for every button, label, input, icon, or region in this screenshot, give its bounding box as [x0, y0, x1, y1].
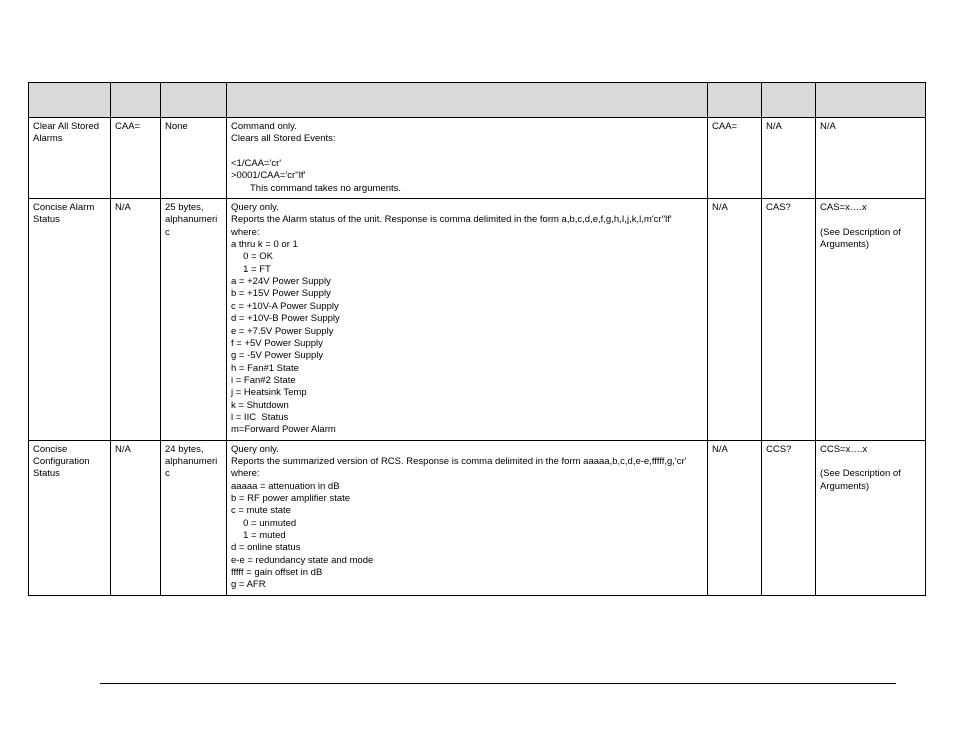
- cell-col6: N/A: [762, 118, 816, 199]
- table-header-row: [29, 83, 926, 118]
- cell-col5: N/A: [708, 199, 762, 441]
- header-cell: [29, 83, 111, 118]
- cell-col7: CAS=x….x (See Description of Arguments): [816, 199, 926, 441]
- cell-command: N/A: [111, 440, 161, 595]
- cell-parameter: Clear All Stored Alarms: [29, 118, 111, 199]
- cell-col5: N/A: [708, 440, 762, 595]
- footer-rule: [100, 683, 896, 684]
- cell-parameter: Concise Alarm Status: [29, 199, 111, 441]
- cell-command: N/A: [111, 199, 161, 441]
- header-cell: [708, 83, 762, 118]
- table-body: Clear All Stored AlarmsCAA=NoneCommand o…: [29, 118, 926, 596]
- table-row: Concise Configuration StatusN/A24 bytes,…: [29, 440, 926, 595]
- page: Clear All Stored AlarmsCAA=NoneCommand o…: [0, 0, 954, 738]
- cell-arguments: 25 bytes, alphanumeric: [161, 199, 227, 441]
- command-table: Clear All Stored AlarmsCAA=NoneCommand o…: [28, 82, 926, 596]
- cell-col6: CCS?: [762, 440, 816, 595]
- cell-arguments: None: [161, 118, 227, 199]
- table-row: Clear All Stored AlarmsCAA=NoneCommand o…: [29, 118, 926, 199]
- cell-description: Query only.Reports the summarized versio…: [227, 440, 708, 595]
- cell-description: Command only.Clears all Stored Events: <…: [227, 118, 708, 199]
- header-cell: [816, 83, 926, 118]
- header-cell: [161, 83, 227, 118]
- cell-description: Query only.Reports the Alarm status of t…: [227, 199, 708, 441]
- header-cell: [227, 83, 708, 118]
- header-cell: [762, 83, 816, 118]
- cell-col5: CAA=: [708, 118, 762, 199]
- cell-col7: CCS=x….x (See Description of Arguments): [816, 440, 926, 595]
- cell-arguments: 24 bytes, alphanumeric: [161, 440, 227, 595]
- header-cell: [111, 83, 161, 118]
- cell-parameter: Concise Configuration Status: [29, 440, 111, 595]
- cell-command: CAA=: [111, 118, 161, 199]
- cell-col6: CAS?: [762, 199, 816, 441]
- table-row: Concise Alarm StatusN/A25 bytes, alphanu…: [29, 199, 926, 441]
- cell-col7: N/A: [816, 118, 926, 199]
